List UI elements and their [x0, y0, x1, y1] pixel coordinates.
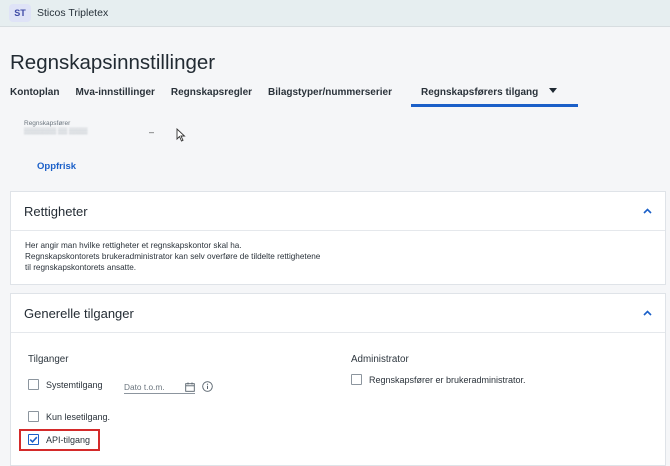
company-name[interactable]: Sticos Tripletex — [37, 7, 108, 19]
calendar-icon[interactable] — [185, 382, 195, 392]
tab-regnskapsforers-tilgang[interactable]: Regnskapsførers tilgang — [421, 87, 558, 105]
highlight-box — [19, 429, 100, 451]
tab-kontoplan[interactable]: Kontoplan — [10, 87, 59, 105]
tab-regnskapsregler[interactable]: Regnskapsregler — [171, 87, 252, 105]
rights-card: Rettigheter Her angir man hvilke rettigh… — [10, 191, 666, 285]
rights-line: Regnskapskontorets brukeradministrator k… — [25, 252, 321, 261]
rights-title: Rettigheter — [24, 203, 88, 219]
general-access-header[interactable]: Generelle tilganger — [11, 294, 665, 333]
chevron-up-icon[interactable] — [643, 310, 652, 316]
chevron-down-icon[interactable] — [549, 88, 558, 93]
tab-bilagstyper[interactable]: Bilagstyper/nummerserier — [268, 87, 392, 105]
system-access-checkbox[interactable]: Systemtilgang — [28, 379, 103, 390]
chevron-up-icon[interactable] — [643, 208, 652, 214]
checkbox[interactable] — [351, 374, 362, 385]
info-icon[interactable] — [202, 381, 213, 392]
admin-section-label: Administrator — [351, 354, 409, 365]
page-title: Regnskapsinnstillinger — [10, 51, 216, 74]
date-until-field[interactable]: Dato t.o.m. — [124, 380, 195, 394]
readonly-access-label: Kun lesetilgang. — [46, 411, 111, 422]
checkbox[interactable] — [28, 379, 39, 390]
system-access-label: Systemtilgang — [46, 379, 103, 390]
rights-line: til regnskapskontorets ansatte. — [25, 263, 137, 272]
general-access-title: Generelle tilganger — [24, 305, 134, 321]
accountant-select[interactable]: ▒▒▒▒▒▒▒ ▒▒ ▒▒▒▒ — [24, 128, 87, 135]
refresh-button[interactable]: Oppfrisk — [37, 161, 76, 172]
accountant-dash: – — [149, 127, 155, 137]
top-bar: ST Sticos Tripletex — [0, 0, 670, 27]
active-tab-indicator — [411, 104, 578, 107]
rights-line: Her angir man hvilke rettigheter et regn… — [25, 241, 242, 250]
date-placeholder: Dato t.o.m. — [124, 381, 165, 392]
tab-label: Regnskapsførers tilgang — [421, 87, 539, 98]
settings-tabs: Kontoplan Mva-innstillinger Regnskapsreg… — [10, 87, 573, 105]
avatar[interactable]: ST — [9, 4, 31, 22]
admin-checkbox[interactable]: Regnskapsfører er brukeradministrator. — [351, 374, 526, 385]
general-access-card: Generelle tilganger — [10, 293, 666, 466]
rights-description: Her angir man hvilke rettigheter et regn… — [11, 231, 665, 282]
access-section-label: Tilganger — [28, 354, 69, 365]
admin-option-label: Regnskapsfører er brukeradministrator. — [369, 374, 526, 385]
readonly-access-checkbox[interactable]: Kun lesetilgang. — [28, 411, 110, 422]
checkbox[interactable] — [28, 411, 39, 422]
tab-mva-innstillinger[interactable]: Mva-innstillinger — [75, 87, 154, 105]
rights-header[interactable]: Rettigheter — [11, 192, 665, 231]
accountant-label: Regnskapsfører — [24, 120, 71, 127]
mouse-cursor-icon — [176, 128, 186, 142]
